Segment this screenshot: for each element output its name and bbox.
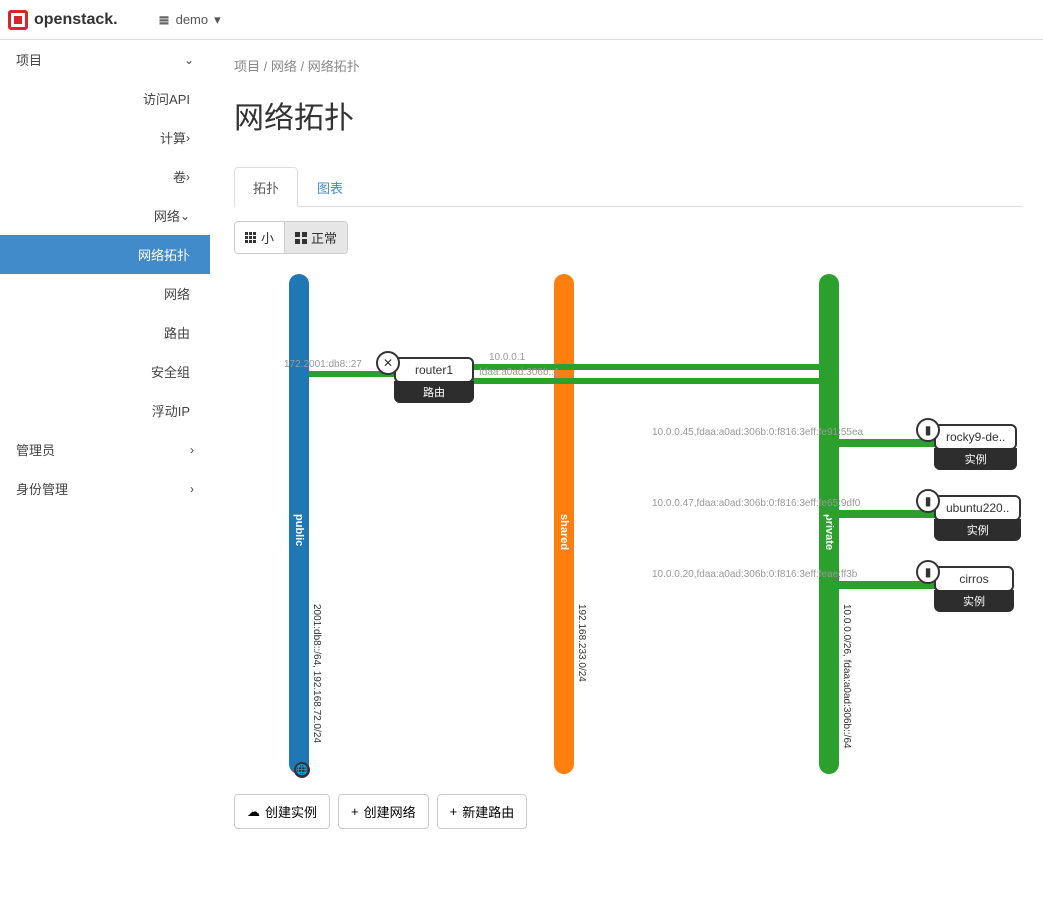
router-name: router1: [394, 357, 474, 383]
chevron-right-icon: ›: [190, 482, 194, 496]
link-router-private-2: [469, 378, 829, 384]
chevron-down-icon: ⌄: [180, 209, 190, 223]
create-network-button[interactable]: + 创建网络: [338, 794, 429, 829]
instance-type: 实例: [934, 519, 1021, 541]
sidebar-item-networks[interactable]: 网络: [0, 274, 210, 313]
link-ip-router-private-2: fdaa:a0ad:306b::1: [479, 367, 560, 378]
sidebar-item-floatingip[interactable]: 浮动IP: [0, 391, 210, 430]
sidebar-item-compute[interactable]: 计算 ›: [0, 118, 210, 157]
server-icon: ▮: [916, 489, 940, 513]
launch-instance-button[interactable]: ☁ 创建实例: [234, 794, 330, 829]
router-type: 路由: [394, 381, 474, 403]
view-small-button[interactable]: 小: [235, 222, 284, 253]
network-shared[interactable]: shared: [554, 274, 574, 774]
plus-icon: +: [351, 804, 359, 819]
router-icon: ✕: [376, 351, 400, 375]
instance-name: ubuntu220..: [934, 495, 1021, 521]
network-public-cidr: 2001:db8::/64, 192.168.72.0/24: [311, 604, 322, 743]
project-name: demo: [176, 12, 209, 27]
grid-small-icon: [245, 232, 257, 244]
layers-icon: [158, 14, 170, 26]
tab-graph[interactable]: 图表: [298, 167, 362, 207]
sidebar: 项目 ⌄ 访问API 计算 › 卷 › 网络 ⌄ 网络拓扑 网络 路由 安全组 …: [0, 40, 210, 849]
breadcrumb-network[interactable]: 网络: [271, 59, 297, 74]
globe-icon: 🌐: [294, 762, 310, 778]
chevron-right-icon: ›: [190, 443, 194, 457]
server-icon: ▮: [916, 418, 940, 442]
sidebar-item-volumes[interactable]: 卷 ›: [0, 157, 210, 196]
link-ip-instance-0: 10.0.0.45,fdaa:a0ad:306b:0:f816:3eff:fe9…: [652, 427, 863, 438]
brand-text: openstack.: [34, 11, 118, 29]
openstack-icon: [8, 10, 28, 30]
grid-large-icon: [295, 232, 307, 244]
breadcrumb: 项目 / 网络 / 网络拓扑: [234, 56, 1023, 75]
topology-canvas[interactable]: public 2001:db8::/64, 192.168.72.0/24 🌐 …: [234, 264, 1023, 784]
caret-down-icon: ▾: [214, 12, 221, 28]
cloud-upload-icon: ☁: [247, 804, 260, 820]
sidebar-item-topology[interactable]: 网络拓扑: [0, 235, 210, 274]
server-icon: ▮: [916, 560, 940, 584]
brand-logo[interactable]: openstack.: [8, 10, 118, 30]
tab-topology[interactable]: 拓扑: [234, 167, 298, 207]
network-private[interactable]: private: [819, 274, 839, 774]
network-public[interactable]: public: [289, 274, 309, 774]
chevron-right-icon: ›: [186, 170, 190, 184]
page-title: 网络拓扑: [234, 93, 1023, 137]
sidebar-item-network[interactable]: 网络 ⌄: [0, 196, 210, 235]
project-selector[interactable]: demo ▾: [158, 12, 221, 28]
link-ip-instance-2: 10.0.0.20,fdaa:a0ad:306b:0:f816:3eff:fea…: [652, 569, 857, 580]
node-instance-1[interactable]: ▮ ubuntu220.. 实例: [934, 495, 1021, 541]
node-router1[interactable]: ✕ router1 路由: [394, 357, 474, 403]
chevron-down-icon: ⌄: [184, 53, 194, 67]
plus-icon: +: [450, 804, 458, 819]
sidebar-item-identity[interactable]: 身份管理 ›: [0, 469, 210, 508]
breadcrumb-current: 网络拓扑: [308, 59, 360, 74]
network-private-cidr: 10.0.0.0/26, fdaa:a0ad:306b::/64: [841, 604, 852, 749]
view-size-toggle: 小 正常: [234, 221, 348, 254]
instance-name: rocky9-de..: [934, 424, 1017, 450]
node-instance-0[interactable]: ▮ rocky9-de.. 实例: [934, 424, 1017, 470]
node-instance-2[interactable]: ▮ cirros 实例: [934, 566, 1014, 612]
network-shared-cidr: 192.168.233.0/24: [576, 604, 587, 682]
breadcrumb-project[interactable]: 项目: [234, 59, 260, 74]
chevron-right-icon: ›: [186, 131, 190, 145]
sidebar-item-secgroups[interactable]: 安全组: [0, 352, 210, 391]
sidebar-item-project[interactable]: 项目 ⌄: [0, 40, 210, 79]
view-normal-button[interactable]: 正常: [284, 222, 347, 253]
instance-type: 实例: [934, 448, 1017, 470]
link-ip-instance-1: 10.0.0.47,fdaa:a0ad:306b:0:f816:3eff:fe6…: [652, 498, 860, 509]
link-ip-router-public: 172.2001:db8::27: [284, 359, 362, 370]
instance-name: cirros: [934, 566, 1014, 592]
create-router-button[interactable]: + 新建路由: [437, 794, 528, 829]
sidebar-item-routers[interactable]: 路由: [0, 313, 210, 352]
sidebar-item-api[interactable]: 访问API: [0, 79, 210, 118]
tabs: 拓扑 图表: [234, 167, 1023, 207]
instance-type: 实例: [934, 590, 1014, 612]
sidebar-item-admin[interactable]: 管理员 ›: [0, 430, 210, 469]
link-ip-router-private-1: 10.0.0.1: [489, 352, 525, 363]
